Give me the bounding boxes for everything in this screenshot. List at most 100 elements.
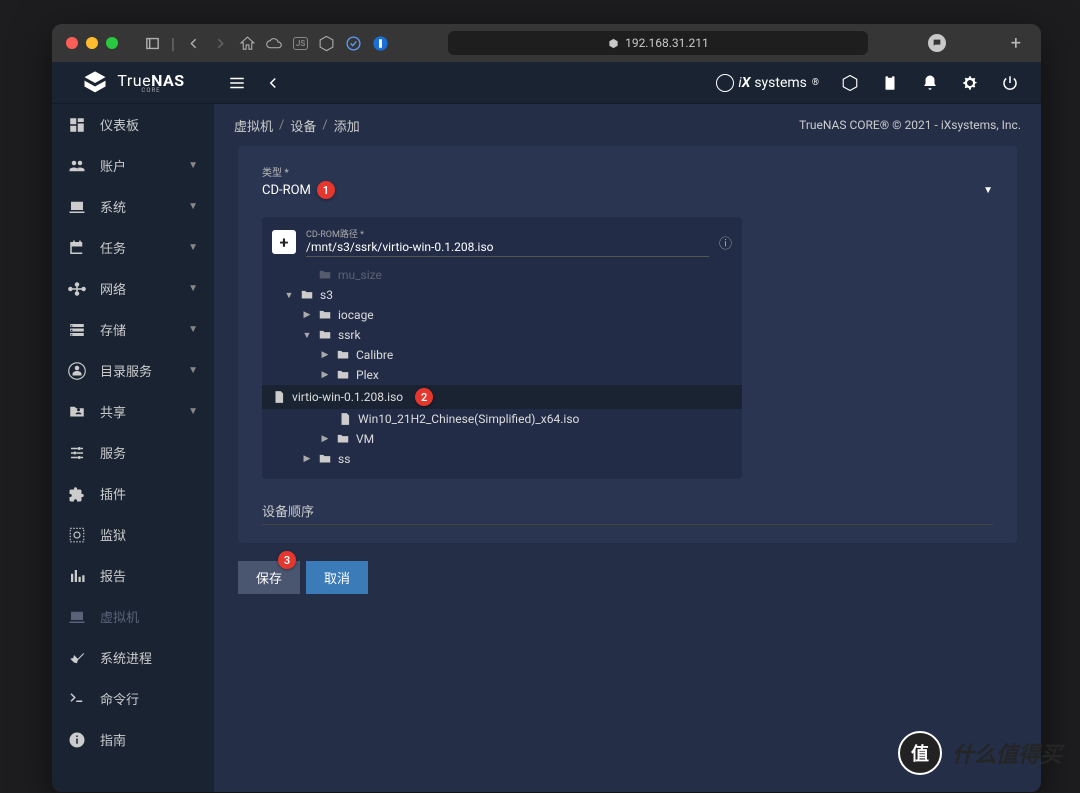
add-path-button[interactable]: + (272, 230, 296, 254)
nav-label: 网络 (100, 279, 126, 298)
maximize-button[interactable] (106, 37, 118, 49)
nav-label: 监狱 (100, 525, 126, 544)
cancel-button[interactable]: 取消 (306, 561, 368, 594)
sidebar-item-terminal[interactable]: 命令行 (52, 678, 214, 719)
sidebar-toggle-icon[interactable] (144, 35, 161, 52)
type-select[interactable]: CD-ROM 1 ▼ (262, 181, 993, 203)
tree-file-virtio[interactable]: virtio-win-0.1.208.iso2 (262, 385, 742, 409)
chevron-down-icon: ▼ (188, 242, 198, 253)
tree-file-win10[interactable]: Win10_21H2_Chinese(Simplified)_x64.iso (272, 409, 732, 429)
sidebar-item-calendar[interactable]: 任务 ▼ (52, 227, 214, 268)
sidebar-item-jail[interactable]: 监狱 (52, 514, 214, 555)
tree-folder-calibre[interactable]: ▶Calibre (272, 345, 732, 365)
copyright: TrueNAS CORE® © 2021 - iXsystems, Inc. (799, 118, 1021, 132)
back-icon[interactable] (185, 35, 202, 52)
tree-folder-ssrk[interactable]: ▼ssrk (272, 325, 732, 345)
breadcrumb: 虚拟机 / 设备 / 添加 TrueNAS CORE® © 2021 - iXs… (214, 104, 1041, 146)
address-bar[interactable]: 192.168.31.211 (448, 31, 868, 55)
tree-folder-plex[interactable]: ▶Plex (272, 365, 732, 385)
nav-label: 系统进程 (100, 648, 152, 667)
chart-icon (68, 567, 86, 585)
system-icon[interactable] (841, 74, 859, 92)
sidebar-item-laptop[interactable]: 虚拟机 (52, 596, 214, 637)
app-header: TrueNAS CORE iXsystems® (52, 62, 1041, 104)
ix-logo[interactable]: iXsystems® (716, 74, 819, 92)
device-order-label[interactable]: 设备顺序 (262, 501, 993, 525)
type-label: 类型 * (262, 164, 993, 179)
minimize-button[interactable] (86, 37, 98, 49)
check-circle-icon[interactable] (345, 35, 362, 52)
nav-label: 指南 (100, 730, 126, 749)
notif-icon[interactable] (928, 34, 946, 52)
file-picker: + CD-ROM路径 * /mnt/s3/ssrk/virtio-win-0.1… (262, 217, 742, 479)
sidebar-item-chart[interactable]: 报告 (52, 555, 214, 596)
tree-folder-ss[interactable]: ▶ss (272, 449, 732, 469)
chevron-down-icon: ▼ (188, 201, 198, 212)
nav-label: 任务 (100, 238, 126, 257)
tree-folder-vm[interactable]: ▶VM (272, 429, 732, 449)
contacts-icon (68, 362, 86, 380)
tune-icon (68, 444, 86, 462)
brand[interactable]: TrueNAS CORE (52, 69, 214, 97)
sidebar-item-network[interactable]: 网络 ▼ (52, 268, 214, 309)
chevron-down-icon: ▼ (188, 283, 198, 294)
clipboard-icon[interactable] (881, 74, 899, 92)
sidebar-item-wrench[interactable]: 系统进程 (52, 637, 214, 678)
extension-icon (68, 485, 86, 503)
new-tab-button[interactable]: + (1005, 33, 1027, 54)
nav-label: 服务 (100, 443, 126, 462)
calendar-icon (68, 239, 86, 257)
nav-label: 目录服务 (100, 361, 152, 380)
tree-folder-iocage[interactable]: ▶iocage (272, 305, 732, 325)
chevron-down-icon: ▼ (983, 185, 993, 196)
menu-icon[interactable] (228, 74, 246, 92)
help-icon[interactable]: ⓘ (719, 233, 732, 252)
forward-icon[interactable] (212, 35, 229, 52)
tree-folder-s3[interactable]: ▼s3 (272, 285, 732, 305)
chevron-down-icon: ▼ (188, 365, 198, 376)
crumb-devices[interactable]: 设备 (290, 116, 316, 135)
cdrom-path-input[interactable]: CD-ROM路径 * /mnt/s3/ssrk/virtio-win-0.1.2… (306, 227, 709, 257)
annotation-1: 1 (317, 181, 335, 199)
traffic-lights (66, 37, 118, 49)
chevron-down-icon: ▼ (188, 160, 198, 171)
cloud-icon[interactable] (266, 35, 283, 52)
onepw-icon[interactable] (372, 35, 389, 52)
cube-icon[interactable] (318, 35, 335, 52)
sidebar: 仪表板账户▼系统▼任务▼网络▼存储▼目录服务▼共享▼服务插件监狱报告虚拟机系统进… (52, 104, 214, 792)
terminal-icon (68, 690, 86, 708)
wrench-icon (68, 649, 86, 667)
sidebar-item-extension[interactable]: 插件 (52, 473, 214, 514)
close-button[interactable] (66, 37, 78, 49)
nav-label: 仪表板 (100, 115, 139, 134)
form-card: 类型 * CD-ROM 1 ▼ + CD-ROM路径 * /mnt/s3/ssr… (238, 146, 1017, 543)
sidebar-item-dashboard[interactable]: 仪表板 (52, 104, 214, 145)
site-icon (608, 38, 619, 49)
sidebar-item-tune[interactable]: 服务 (52, 432, 214, 473)
nav-label: 账户 (100, 156, 126, 175)
network-icon (68, 280, 86, 298)
browser-nav: | JS (144, 34, 389, 53)
truenas-logo-icon (81, 69, 109, 97)
home-icon[interactable] (239, 35, 256, 52)
notifications-icon[interactable] (921, 74, 939, 92)
settings-icon[interactable] (961, 74, 979, 92)
path-value: /mnt/s3/ssrk/virtio-win-0.1.208.iso (306, 240, 709, 257)
chevron-down-icon: ▼ (188, 406, 198, 417)
annotation-2: 2 (415, 388, 433, 406)
sidebar-item-folder-shared[interactable]: 共享▼ (52, 391, 214, 432)
folder-shared-icon (68, 403, 86, 421)
ix-badge-icon (716, 74, 734, 92)
sidebar-item-contacts[interactable]: 目录服务 ▼ (52, 350, 214, 391)
power-icon[interactable] (1001, 74, 1019, 92)
crumb-vm[interactable]: 虚拟机 (234, 116, 273, 135)
sidebar-item-laptop[interactable]: 系统▼ (52, 186, 214, 227)
app-window: | JS 192.168.31.211 + TrueNAS CORE (52, 24, 1041, 792)
back-icon[interactable] (264, 74, 282, 92)
form-actions: 3 保存 取消 (238, 561, 1017, 594)
sidebar-item-group[interactable]: 账户 ▼ (52, 145, 214, 186)
tree-folder[interactable]: mu_size (272, 265, 732, 285)
js-badge: JS (293, 37, 308, 50)
sidebar-item-info[interactable]: 指南 (52, 719, 214, 760)
sidebar-item-storage[interactable]: 存储▼ (52, 309, 214, 350)
